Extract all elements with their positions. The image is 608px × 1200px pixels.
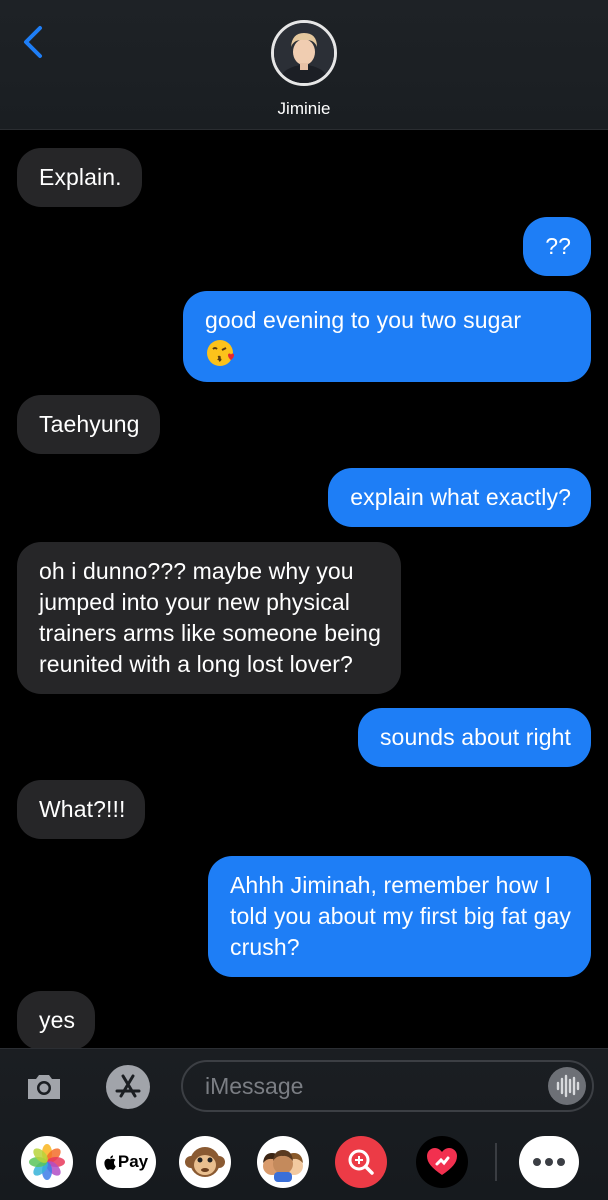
apple-pay-button[interactable]: Pay: [96, 1136, 156, 1188]
contact-photo: [274, 23, 334, 83]
monkey-animoji-icon: [185, 1147, 225, 1177]
message-bubble-sent[interactable]: good evening to you two sugar: [183, 291, 591, 383]
message-text: What?!!!: [39, 796, 126, 822]
avatar[interactable]: [271, 20, 337, 86]
image-search-button[interactable]: [335, 1136, 387, 1188]
contact-name[interactable]: Jiminie: [0, 99, 608, 119]
digital-touch-button[interactable]: [416, 1136, 468, 1188]
message-bubble-received[interactable]: Explain.: [17, 148, 142, 207]
back-button[interactable]: [18, 22, 52, 62]
imessage-app-drawer[interactable]: Pay: [0, 1131, 608, 1191]
chevron-left-icon: [24, 26, 42, 58]
message-thread[interactable]: Explain. ?? good evening to you two suga…: [0, 130, 608, 1048]
more-apps-icon: [533, 1158, 565, 1166]
message-bubble-sent[interactable]: explain what exactly?: [328, 468, 591, 527]
message-line: jumped into your new physical: [39, 589, 351, 615]
audio-message-button[interactable]: [548, 1067, 586, 1105]
message-line: Ahhh Jiminah, remember how I: [229, 872, 552, 898]
apple-pay-icon: [104, 1155, 116, 1170]
message-line: trainers arms like someone being: [39, 620, 381, 646]
message-text-field[interactable]: [181, 1060, 594, 1112]
memoji-icon: [263, 1150, 303, 1182]
monkey-animoji-button[interactable]: [179, 1136, 231, 1188]
message-text: sounds about right: [379, 724, 571, 750]
image-search-icon: [348, 1149, 374, 1175]
message-bubble-received[interactable]: Taehyung: [17, 395, 160, 454]
conversation-header: Jiminie: [0, 0, 608, 130]
camera-icon: [28, 1075, 60, 1099]
message-input[interactable]: [205, 1062, 535, 1110]
message-line: oh i dunno??? maybe why you: [39, 558, 354, 584]
compose-bar: Pay: [0, 1048, 608, 1200]
message-text: good evening to you two sugar: [205, 307, 522, 333]
photos-app-button[interactable]: [21, 1136, 73, 1188]
message-bubble-sent[interactable]: ??: [523, 217, 591, 276]
kissing-face-heart-emoji: [205, 337, 236, 368]
message-bubble-received[interactable]: oh i dunno??? maybe why you jumped into …: [17, 542, 401, 694]
message-line: crush?: [229, 934, 300, 960]
message-text: Taehyung: [39, 411, 140, 437]
apple-pay-label: Pay: [117, 1152, 149, 1171]
message-text: ??: [545, 233, 571, 259]
app-store-icon: [106, 1065, 150, 1109]
waveform-icon: [556, 1074, 580, 1098]
photos-app-icon: [29, 1144, 65, 1180]
app-store-button[interactable]: [104, 1063, 152, 1111]
message-text: yes: [39, 1007, 76, 1033]
message-bubble-sent[interactable]: Ahhh Jiminah, remember how I told you ab…: [207, 856, 591, 977]
camera-button[interactable]: [20, 1063, 68, 1111]
app-drawer-divider: [495, 1143, 497, 1181]
message-text: explain what exactly?: [350, 484, 571, 510]
message-bubble-received[interactable]: What?!!!: [17, 780, 146, 839]
message-line: told you about my first big fat gay: [229, 903, 571, 929]
message-bubble-sent[interactable]: sounds about right: [357, 708, 591, 767]
message-line: reunited with a long lost lover?: [39, 651, 353, 677]
digital-touch-icon: [427, 1148, 457, 1175]
message-text: Explain.: [39, 164, 122, 190]
more-apps-button[interactable]: [519, 1136, 579, 1188]
message-bubble-received[interactable]: yes: [17, 991, 96, 1048]
memoji-button[interactable]: [257, 1136, 309, 1188]
